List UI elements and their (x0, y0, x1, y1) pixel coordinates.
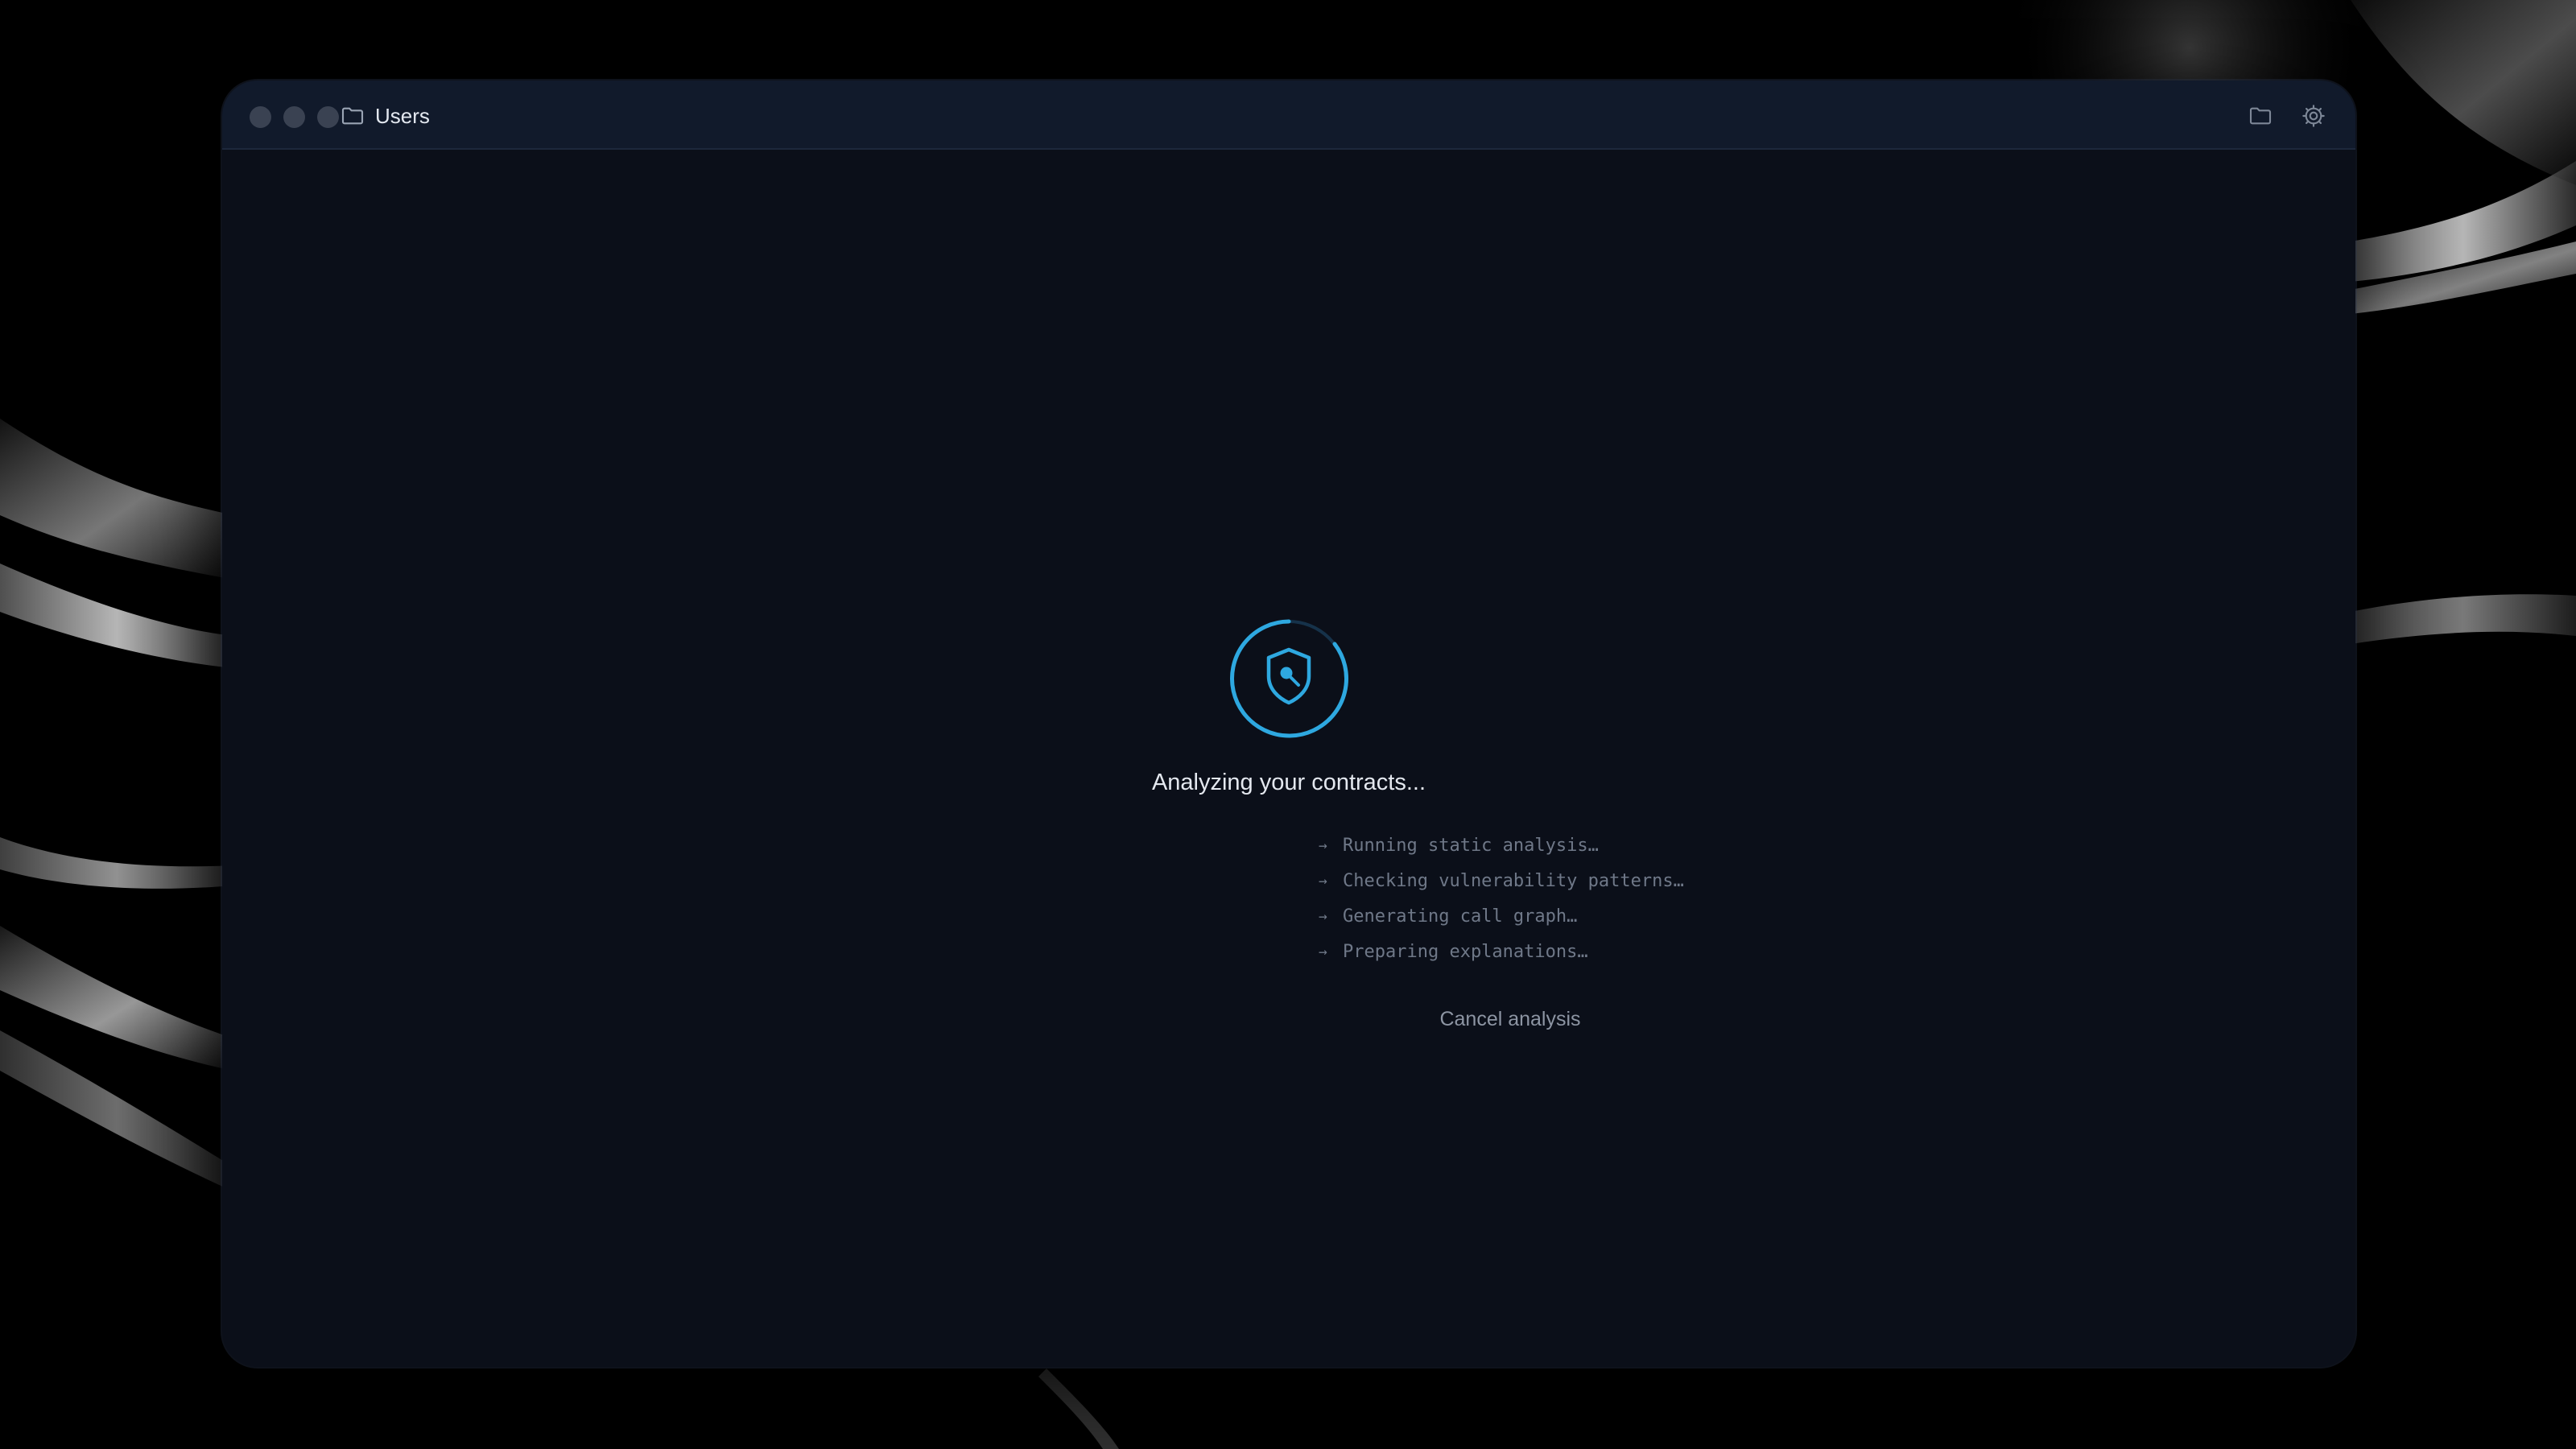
analysis-step: → Checking vulnerability patterns… (1319, 863, 1684, 898)
folder-icon (341, 107, 364, 125)
arrow-right-icon: → (1319, 836, 1327, 854)
app-window: Users Analyzing your contracts... → Runn… (222, 80, 2355, 1367)
shield-search-icon (1266, 647, 1311, 705)
settings-button[interactable] (2297, 100, 2330, 132)
analysis-step: → Preparing explanations… (1319, 934, 1684, 969)
analysis-step: → Running static analysis… (1319, 828, 1684, 863)
analysis-step-list: → Running static analysis… → Checking vu… (1319, 828, 1684, 969)
gear-icon (2302, 105, 2325, 127)
window-close-button[interactable] (250, 106, 271, 128)
analysis-step-text: Generating call graph… (1343, 906, 1578, 927)
title-bar: Users (222, 80, 2355, 150)
arrow-right-icon: → (1319, 872, 1327, 890)
analysis-step-text: Preparing explanations… (1343, 941, 1588, 962)
analysis-panel: Analyzing your contracts... → Running st… (222, 150, 2355, 1367)
analysis-step-text: Checking vulnerability patterns… (1343, 870, 1684, 891)
open-folder-button[interactable] (2244, 100, 2277, 132)
analysis-step-text: Running static analysis… (1343, 835, 1599, 856)
loading-spinner (1230, 619, 1348, 738)
window-zoom-button[interactable] (317, 106, 339, 128)
window-minimize-button[interactable] (283, 106, 305, 128)
arrow-right-icon: → (1319, 907, 1327, 925)
arrow-right-icon: → (1319, 943, 1327, 960)
breadcrumb-label[interactable]: Users (375, 103, 430, 129)
cancel-analysis-button[interactable]: Cancel analysis (1389, 1001, 1631, 1037)
folder-icon (2249, 107, 2272, 125)
analysis-step: → Generating call graph… (1319, 898, 1684, 934)
status-title: Analyzing your contracts... (1151, 770, 1426, 795)
